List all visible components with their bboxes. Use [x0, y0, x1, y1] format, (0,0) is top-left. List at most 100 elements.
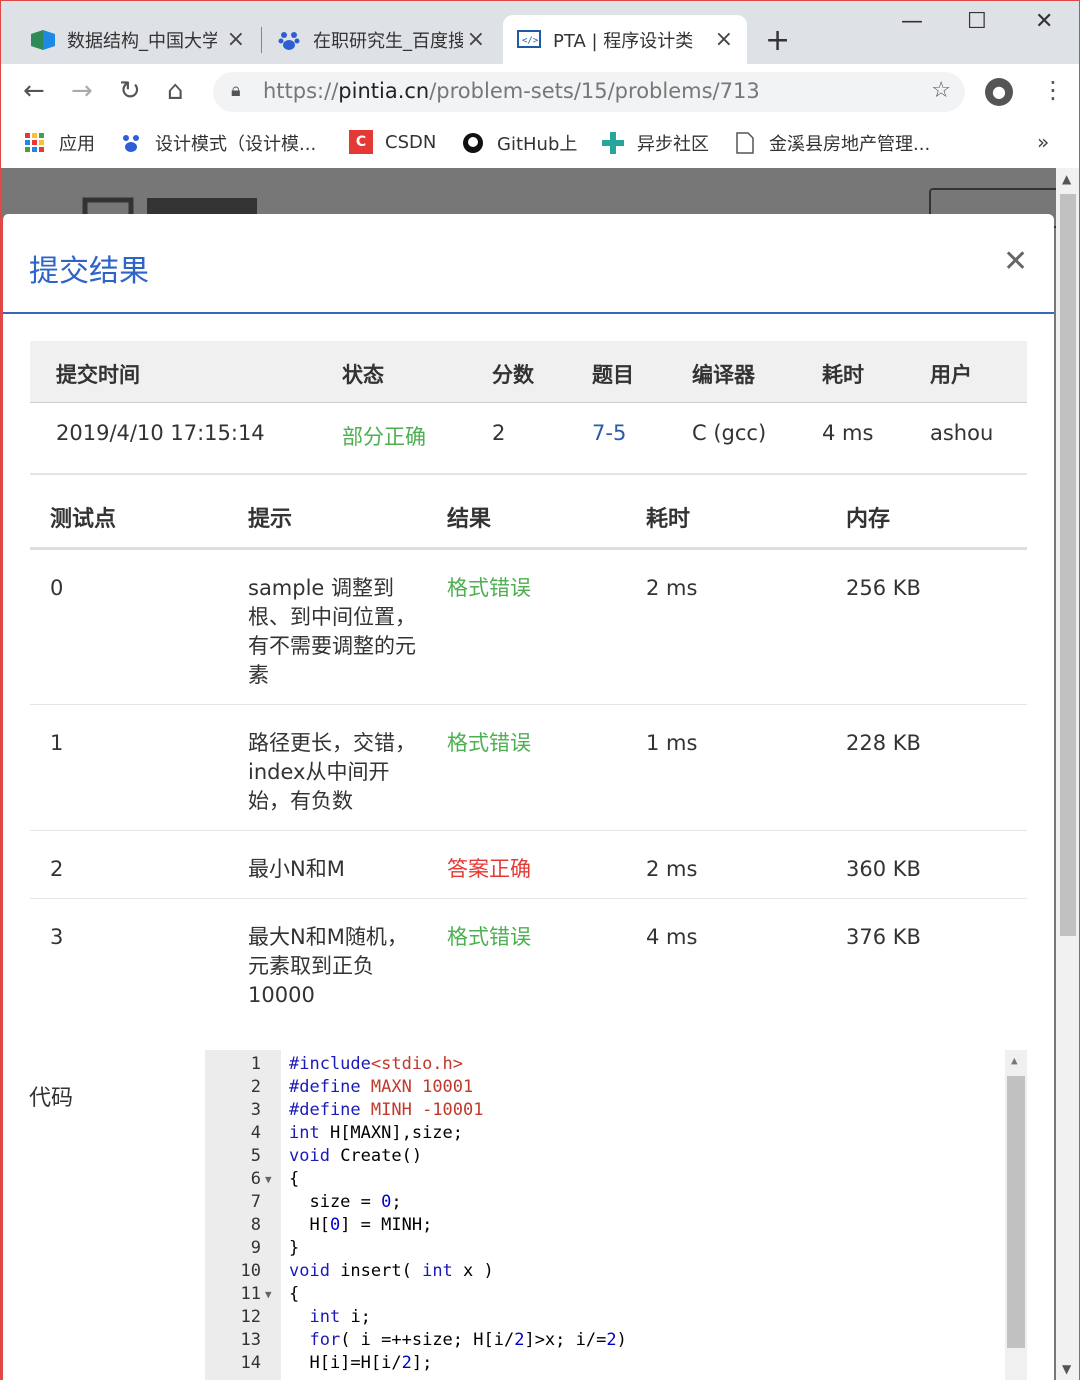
code-line[interactable]: 12 int i;	[205, 1307, 1005, 1330]
bookmarks-more-icon[interactable]: »	[1037, 130, 1049, 154]
code-text[interactable]: }	[289, 1238, 299, 1258]
test-id: 1	[50, 731, 64, 755]
code-line[interactable]: 14 H[i]=H[i/2];	[205, 1353, 1005, 1376]
compiler-value: C (gcc)	[692, 421, 767, 445]
code-line[interactable]: 6 ▼ {	[205, 1169, 1005, 1192]
duration-value: 4 ms	[822, 421, 874, 445]
line-number: 9	[250, 1238, 261, 1258]
code-text[interactable]: #define MINH -10001	[289, 1100, 484, 1120]
home-icon[interactable]: ⌂	[167, 76, 184, 106]
code-text[interactable]: #define MAXN 10001	[289, 1077, 473, 1097]
code-line[interactable]: 13 for( i =++size; H[i/2]>x; i/=2)	[205, 1330, 1005, 1353]
code-text[interactable]: int H[MAXN],size;	[289, 1123, 463, 1143]
test-time: 2 ms	[646, 576, 698, 600]
scroll-up-icon[interactable]: ▲	[1062, 172, 1071, 186]
browser-tab-mooc[interactable]: 数据结构_中国大学 ×	[17, 15, 259, 65]
fold-arrow-icon[interactable]: ▼	[265, 1288, 272, 1301]
minimize-icon[interactable]: —	[901, 9, 923, 34]
header-testcase: 测试点	[50, 507, 117, 532]
code-line[interactable]: 8 H[0] = MINH;	[205, 1215, 1005, 1238]
page-icon	[733, 131, 757, 155]
code-text[interactable]: H[0] = MINH;	[289, 1215, 432, 1235]
header-user: 用户	[930, 363, 972, 387]
code-line[interactable]: 10 void insert( int x )	[205, 1261, 1005, 1284]
bookmark-apps[interactable]: 应用	[23, 130, 95, 156]
code-line[interactable]: 2 #define MAXN 10001	[205, 1077, 1005, 1100]
close-icon[interactable]: ✕	[1003, 244, 1028, 279]
new-tab-icon[interactable]: +	[765, 23, 790, 58]
tab-close-icon[interactable]: ×	[227, 27, 245, 52]
bookmark-github[interactable]: GitHub上	[461, 130, 577, 156]
test-id: 0	[50, 576, 64, 600]
code-text[interactable]: size = 0;	[289, 1192, 401, 1212]
code-line[interactable]: 5 void Create()	[205, 1146, 1005, 1169]
scroll-thumb[interactable]	[1007, 1076, 1025, 1348]
menu-kebab-icon[interactable]: ⋮	[1041, 76, 1065, 104]
line-number: 6	[250, 1169, 261, 1189]
header-time: 提交时间	[56, 363, 140, 387]
tab-close-icon[interactable]: ×	[467, 27, 485, 52]
test-time: 1 ms	[646, 731, 698, 755]
code-line[interactable]: 7 size = 0;	[205, 1192, 1005, 1215]
code-text[interactable]: for( i =++size; H[i/2]>x; i/=2)	[289, 1330, 626, 1350]
baidu-icon	[277, 28, 301, 52]
code-text[interactable]: #include<stdio.h>	[289, 1054, 463, 1074]
forward-icon[interactable]: →	[71, 76, 93, 106]
scroll-down-icon[interactable]: ▼	[1062, 1362, 1071, 1376]
bookmark-design-patterns[interactable]: 设计模式（设计模...	[119, 130, 316, 156]
code-line[interactable]: 9}	[205, 1238, 1005, 1261]
submit-time: 2019/4/10 17:15:14	[56, 421, 265, 445]
header-memory: 内存	[846, 507, 891, 532]
bookmark-csdn[interactable]: C CSDN	[349, 130, 436, 154]
test-result: 格式错误	[447, 925, 531, 949]
table-row: 1 路径更长，交错，index从中间开始，有负数 格式错误 1 ms 228 K…	[30, 705, 1027, 831]
code-text[interactable]: void Create()	[289, 1146, 422, 1166]
code-line[interactable]: 1 #include<stdio.h>	[205, 1054, 1005, 1077]
epubit-icon	[601, 131, 625, 155]
address-bar[interactable]: 🔒︎ https://pintia.cn/problem-sets/15/pro…	[213, 72, 965, 112]
table-row: 3 最大N和M随机，元素取到正负10000 格式错误 4 ms 376 KB	[30, 899, 1027, 1027]
code-text[interactable]: {	[289, 1284, 299, 1304]
test-time: 2 ms	[646, 857, 698, 881]
browser-tab-pta[interactable]: </> PTA | 程序设计类 ×	[503, 15, 747, 65]
header-time: 耗时	[646, 507, 691, 532]
code-text[interactable]: H[i]=H[i/2];	[289, 1353, 432, 1373]
code-text[interactable]: int i;	[289, 1307, 370, 1327]
reload-icon[interactable]: ↻	[119, 76, 141, 106]
scroll-thumb[interactable]	[1060, 194, 1076, 936]
editor-scrollbar[interactable]: ▲	[1005, 1050, 1027, 1380]
maximize-icon[interactable]: ☐	[967, 9, 987, 34]
summary-row: 2019/4/10 17:15:14 部分正确 2 7-5 C (gcc) 4 …	[30, 403, 1027, 475]
code-text[interactable]: void insert( int x )	[289, 1261, 494, 1281]
profile-avatar-icon[interactable]: ●	[985, 78, 1013, 106]
code-line[interactable]: 3 #define MINH -10001	[205, 1100, 1005, 1123]
fold-arrow-icon[interactable]: ▼	[265, 1173, 272, 1186]
test-result: 格式错误	[447, 731, 531, 755]
modal-header: 提交结果 ✕	[3, 214, 1054, 314]
line-number: 5	[250, 1146, 261, 1166]
code-line[interactable]: 11 ▼ {	[205, 1284, 1005, 1307]
baidu-icon	[119, 131, 143, 155]
tab-close-icon[interactable]: ×	[715, 27, 733, 52]
browser-tab-baidu[interactable]: 在职研究生_百度搜 ×	[263, 15, 499, 65]
tab-title: PTA | 程序设计类	[553, 31, 694, 52]
code-line[interactable]: 4 int H[MAXN],size;	[205, 1123, 1005, 1146]
bookmark-housing[interactable]: 金溪县房地产管理...	[733, 130, 930, 156]
bookmark-star-icon[interactable]: ☆	[931, 78, 951, 103]
status-badge: 部分正确	[342, 425, 426, 449]
line-number: 2	[250, 1077, 261, 1097]
bookmark-epubit[interactable]: 异步社区	[601, 130, 709, 156]
window-close-icon[interactable]: ✕	[1035, 9, 1053, 34]
test-result: 答案正确	[447, 857, 531, 881]
test-hint: 路径更长，交错，index从中间开始，有负数	[248, 731, 416, 813]
problem-link[interactable]: 7-5	[592, 421, 626, 445]
back-icon[interactable]: ←	[23, 76, 45, 106]
test-id: 3	[50, 925, 64, 949]
code-editor[interactable]: 1 #include<stdio.h> 2 #define MAXN 10001 3 #d…	[205, 1050, 1027, 1380]
header-compiler: 编译器	[692, 363, 755, 387]
url-text[interactable]: https://pintia.cn/problem-sets/15/proble…	[263, 79, 760, 103]
scroll-up-icon[interactable]: ▲	[1011, 1054, 1018, 1067]
csdn-icon: C	[349, 130, 373, 154]
page-scrollbar[interactable]: ▲ ▼	[1056, 168, 1080, 1380]
code-text[interactable]: {	[289, 1169, 299, 1189]
